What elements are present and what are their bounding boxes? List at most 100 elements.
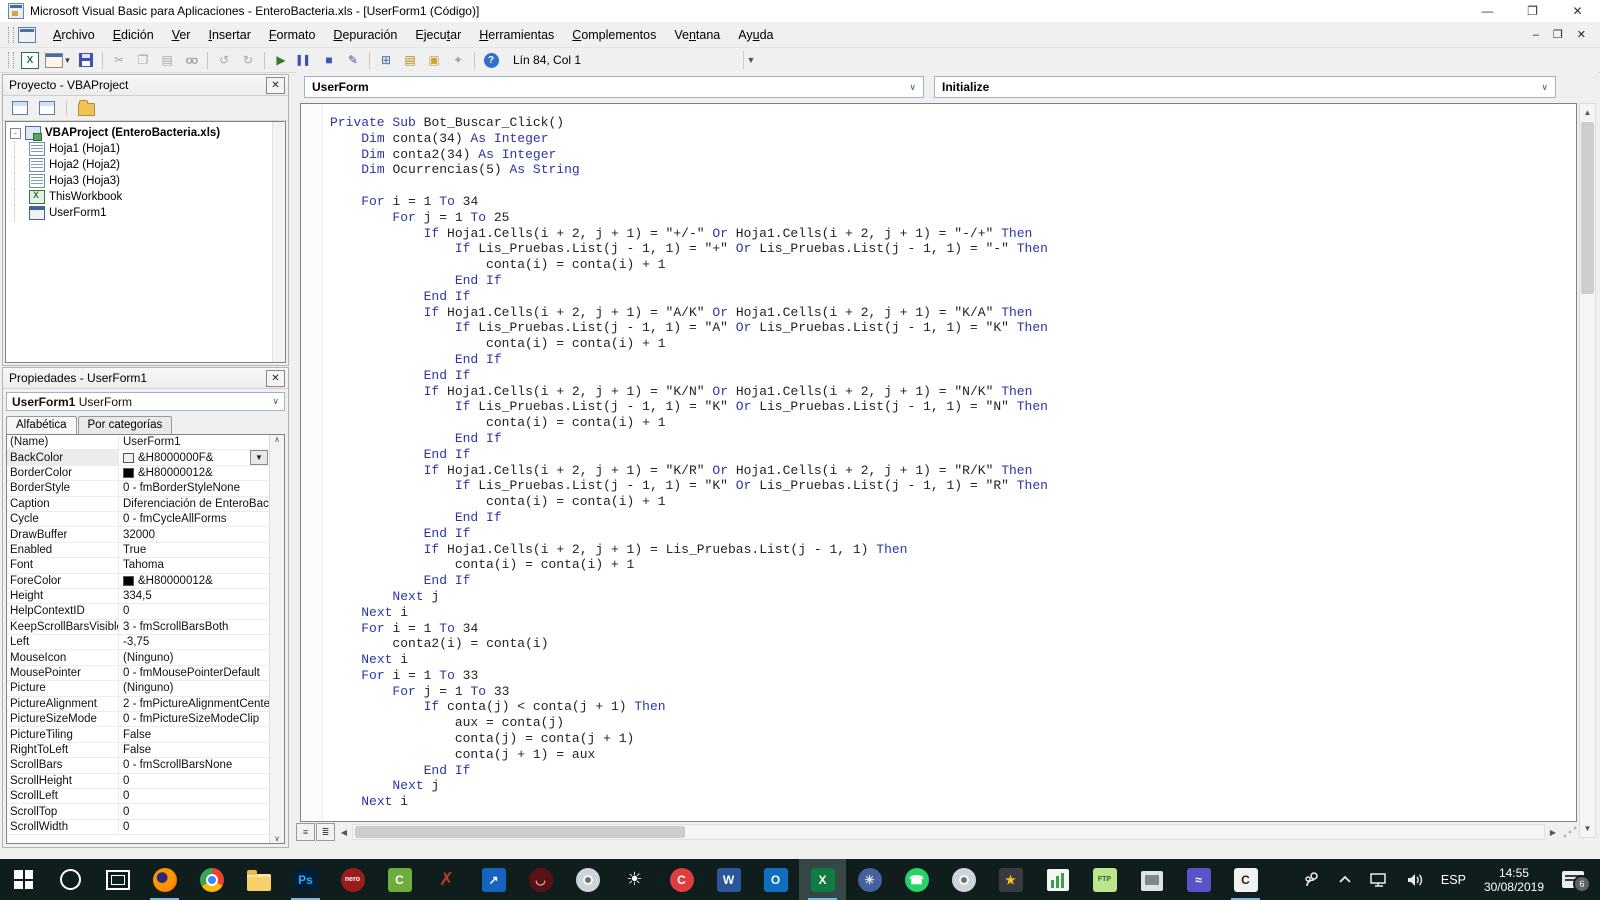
menu-grip[interactable] <box>8 27 14 43</box>
word[interactable]: W <box>705 859 752 900</box>
property-row[interactable]: BorderColor&H80000012& <box>7 466 270 481</box>
property-grid-scrollbar[interactable]: ∧ ∨ <box>269 435 284 843</box>
code-vertical-scrollbar[interactable]: ▲ ▼ <box>1579 103 1596 838</box>
object-selector-dropdown[interactable]: UserForm1 UserForm ∨ <box>6 392 285 411</box>
scroll-down-icon[interactable]: ▼ <box>1580 821 1595 836</box>
tree-item[interactable]: Hoja3 (Hoja3) <box>6 173 285 189</box>
property-row[interactable]: BorderStyle0 - fmBorderStyleNone <box>7 481 270 496</box>
menu-item-archivo[interactable]: Archivo <box>44 25 104 45</box>
insert-userform-button[interactable]: ▼ <box>43 50 73 70</box>
scan-tool[interactable]: ↗ <box>470 859 517 900</box>
property-row[interactable]: ScrollTop0 <box>7 804 270 819</box>
menu-item-ver[interactable]: Ver <box>163 25 200 45</box>
nero[interactable]: nero <box>329 859 376 900</box>
spybot[interactable]: ✳ <box>846 859 893 900</box>
break-button[interactable]: ▌▌ <box>294 50 316 70</box>
whatsapp[interactable]: ☎ <box>893 859 940 900</box>
cuteftp[interactable]: FTP <box>1081 859 1128 900</box>
project-tree-scrollbar[interactable] <box>272 122 285 362</box>
media-star[interactable]: ★ <box>987 859 1034 900</box>
margin-indicator-bar[interactable] <box>301 104 323 821</box>
undo-button[interactable]: ↺ <box>213 50 235 70</box>
volume-icon[interactable] <box>1397 859 1433 900</box>
menu-item-herramientas[interactable]: Herramientas <box>470 25 563 45</box>
vertical-scroll-thumb[interactable] <box>1581 122 1594 294</box>
mdi-restore-button[interactable]: ❐ <box>1553 28 1563 41</box>
disc-media[interactable] <box>564 859 611 900</box>
media-app[interactable]: ◡ <box>517 859 564 900</box>
resize-grip[interactable] <box>1561 824 1579 840</box>
minimize-button[interactable]: — <box>1465 0 1510 22</box>
photoshop[interactable]: Ps <box>282 859 329 900</box>
code-text[interactable]: Private Sub Bot_Buscar_Click() Dim conta… <box>330 115 1048 810</box>
property-row[interactable]: CaptionDiferenciación de EnteroBacteria <box>7 497 270 512</box>
scroll-left-icon[interactable]: ◀ <box>336 824 352 840</box>
procedure-view-button[interactable]: ≡ <box>296 823 315 841</box>
mdi-close-button[interactable]: ✕ <box>1577 28 1586 41</box>
property-row[interactable]: HelpContextID0 <box>7 604 270 619</box>
restore-button[interactable]: ❐ <box>1510 0 1555 22</box>
outlook[interactable]: O <box>752 859 799 900</box>
tab-alphabetic[interactable]: Alfabética <box>6 416 77 435</box>
property-row[interactable]: PictureAlignment2 - fmPictureAlignmentCe… <box>7 697 270 712</box>
camtasia[interactable]: C <box>1222 859 1269 900</box>
run-button[interactable]: ▶ <box>270 50 292 70</box>
camtasia-recorder[interactable]: C <box>376 859 423 900</box>
view-excel-button[interactable]: X <box>19 50 41 70</box>
report-tool[interactable] <box>1034 859 1081 900</box>
full-module-view-button[interactable]: ≣ <box>316 823 335 841</box>
property-row[interactable]: Picture(Ninguno) <box>7 681 270 696</box>
property-row[interactable]: KeepScrollBarsVisible3 - fmScrollBarsBot… <box>7 620 270 635</box>
tree-item[interactable]: Hoja2 (Hoja2) <box>6 157 285 173</box>
ccleaner[interactable]: C <box>658 859 705 900</box>
excel[interactable]: X <box>799 859 846 900</box>
cortana-button[interactable] <box>47 859 94 900</box>
toggle-folders-button[interactable] <box>74 98 98 119</box>
scroll-up-icon[interactable]: ∧ <box>274 435 280 444</box>
menu-item-ejecutar[interactable]: Ejecutar <box>406 25 470 45</box>
save-button[interactable] <box>75 50 97 70</box>
cut-button[interactable]: ✂ <box>108 50 130 70</box>
project-explorer-button[interactable]: ⊞ <box>375 50 397 70</box>
property-row[interactable]: Cycle0 - fmCycleAllForms <box>7 512 270 527</box>
menu-item-depuración[interactable]: Depuración <box>324 25 406 45</box>
mdi-minimize-button[interactable]: – <box>1533 29 1539 41</box>
toolbox-button[interactable]: ▣ <box>423 50 445 70</box>
copy-button[interactable]: ❐ <box>132 50 154 70</box>
property-row[interactable]: Height334,5 <box>7 589 270 604</box>
code-horizontal-scrollbar[interactable] <box>352 824 1545 840</box>
property-row[interactable]: ScrollBars0 - fmScrollBarsNone <box>7 758 270 773</box>
chrome[interactable] <box>188 859 235 900</box>
tree-item[interactable]: ThisWorkbook <box>6 189 285 205</box>
procedure-dropdown[interactable]: Initialize ∨ <box>934 76 1556 98</box>
firefox[interactable] <box>141 859 188 900</box>
code-editor[interactable]: Private Sub Bot_Buscar_Click() Dim conta… <box>300 103 1577 822</box>
tree-item[interactable]: UserForm1 <box>6 205 285 221</box>
scroll-right-icon[interactable]: ▶ <box>1545 824 1561 840</box>
mixcraft[interactable]: ≈ <box>1175 859 1222 900</box>
property-row[interactable]: EnabledTrue <box>7 543 270 558</box>
menu-item-ayuda[interactable]: Ayuda <box>729 25 782 45</box>
directx-tool[interactable]: ✗ <box>423 859 470 900</box>
property-row[interactable]: MouseIcon(Ninguno) <box>7 650 270 665</box>
menu-item-complementos[interactable]: Complementos <box>563 25 665 45</box>
property-row[interactable]: PictureTilingFalse <box>7 727 270 742</box>
project-panel-header[interactable]: Proyecto - VBAProject ✕ <box>3 75 288 96</box>
tree-item[interactable]: Hoja1 (Hoja1) <box>6 141 285 157</box>
horizontal-scroll-thumb[interactable] <box>355 826 685 838</box>
property-row[interactable]: RightToLeftFalse <box>7 743 270 758</box>
clock[interactable]: 14:55 30/08/2019 <box>1474 866 1554 894</box>
help-button[interactable]: ? <box>480 50 502 70</box>
scroll-up-icon[interactable]: ▲ <box>1580 105 1595 120</box>
close-button[interactable]: ✕ <box>1555 0 1600 22</box>
reset-button[interactable]: ■ <box>318 50 340 70</box>
property-row[interactable]: (Name)UserForm1 <box>7 435 270 450</box>
find-button[interactable]: oo <box>180 50 202 70</box>
menu-item-ventana[interactable]: Ventana <box>665 25 729 45</box>
property-row[interactable]: ScrollLeft0 <box>7 789 270 804</box>
menu-item-edición[interactable]: Edición <box>104 25 163 45</box>
object-browser-button[interactable]: ✦ <box>447 50 469 70</box>
redo-button[interactable]: ↻ <box>237 50 259 70</box>
tab-categorized[interactable]: Por categorías <box>78 416 173 434</box>
property-row[interactable]: MousePointer0 - fmMousePointerDefault <box>7 666 270 681</box>
